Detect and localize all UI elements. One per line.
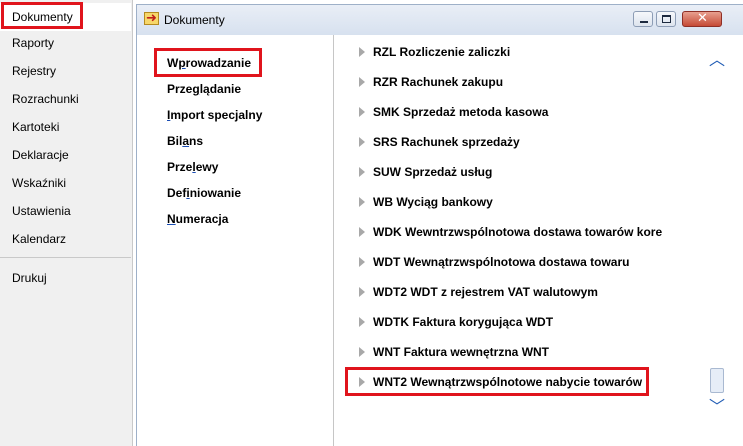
expand-arrow-icon [359,347,365,357]
menu-item-bilans[interactable]: Bilans [167,131,203,151]
list-item-wdt2[interactable]: WDT2 WDT z rejestrem VAT walutowym [334,280,694,304]
list-item-label: WB Wyciąg bankowy [373,195,493,209]
menu-item-text: mport specjalny [170,108,263,122]
nav-item-drukuj[interactable]: Drukuj [0,264,131,292]
menu-item-text: Def [167,186,187,200]
list-item-label: WDK Wewntrzwspólnotowa dostawa towarów k… [373,225,663,239]
menu-item-wprowadzanie[interactable]: Wprowadzanie [167,53,251,73]
list-item-label: WDT Wewnątrzwspólnotowa dostawa towaru [373,255,630,269]
expand-arrow-icon [359,107,365,117]
expand-arrow-icon [359,197,365,207]
window-title: Dokumenty [164,13,225,27]
close-button[interactable]: ✕ [682,11,722,27]
list-item-suw[interactable]: SUW Sprzedaż usług [334,160,694,184]
menu-item-import-specjalny[interactable]: Import specjalny [167,105,262,125]
expand-arrow-icon [359,47,365,57]
nav-item-wskazniki[interactable]: Wskaźniki [0,169,131,197]
scroll-thumb[interactable] [710,368,724,393]
minimize-button[interactable] [633,11,653,27]
list-item-srs[interactable]: SRS Rachunek sprzedaży [334,130,694,154]
list-item-label: RZR Rachunek zakupu [373,75,504,89]
menu-item-text: rowadzanie [185,56,252,70]
menu-item-accelerator: N [167,212,176,226]
chevron-down-icon[interactable]: ﹀ [705,397,729,417]
expand-arrow-icon [359,227,365,237]
expand-arrow-icon [359,77,365,87]
menu-item-accelerator: g [192,82,200,96]
menu-item-text: W [167,56,179,70]
nav-item-ustawienia[interactable]: Ustawienia [0,197,131,225]
list-item-label: WDT2 WDT z rejestrem VAT walutowym [373,285,598,299]
expand-arrow-icon [359,257,365,267]
menu-item-text: lądanie [199,82,242,96]
menu-item-przelewy[interactable]: Przelewy [167,157,218,177]
nav-item-kartoteki[interactable]: Kartoteki [0,113,131,141]
documents-icon: ➜ [144,10,159,25]
list-item-wnt2[interactable]: WNT2 Wewnątrzwspólnotowe nabycie towarów [334,370,694,394]
menu-item-przegladanie[interactable]: Przeglądanie [167,79,241,99]
vertical-scrollbar[interactable]: ︿ ﹀ [705,35,729,446]
nav-item-kalendarz[interactable]: Kalendarz [0,225,131,253]
menu-item-text: ewy [195,160,219,174]
menu-item-text: Prze [167,82,193,96]
nav-item-rozrachunki[interactable]: Rozrachunki [0,85,131,113]
nav-item-raporty[interactable]: Raporty [0,29,131,57]
maximize-icon [662,15,671,23]
expand-arrow-icon [359,137,365,147]
menu-item-accelerator: p [178,56,186,70]
nav-item-dokumenty[interactable]: Dokumenty [0,3,131,31]
list-item-smk[interactable]: SMK Sprzedaż metoda kasowa [334,100,694,124]
list-item-label: SMK Sprzedaż metoda kasowa [373,105,549,119]
menu-pane: Wprowadzanie Przeglądanie Import specjal… [137,35,332,446]
menu-item-text: umeracja [175,212,229,226]
menu-item-text: niowanie [189,186,242,200]
maximize-button[interactable] [656,11,676,27]
list-item-rzl[interactable]: RZL Rozliczenie zaliczki [334,40,694,64]
list-item-label: WNT Faktura wewnętrzna WNT [373,345,550,359]
expand-arrow-icon [359,317,365,327]
dokumenty-window: ➜ Dokumenty ✕ Wprowadzanie Przeglądanie … [136,4,743,446]
expand-arrow-icon [359,167,365,177]
nav-separator [0,257,131,258]
document-list: RZL Rozliczenie zaliczki RZR Rachunek za… [334,35,704,446]
menu-item-numeracja[interactable]: Numeracja [167,209,228,229]
minimize-icon [640,21,648,23]
list-item-wb[interactable]: WB Wyciąg bankowy [334,190,694,214]
list-item-label: WDTK Faktura korygująca WDT [373,315,554,329]
left-navigation: Dokumenty Raporty Rejestry Rozrachunki K… [0,0,133,446]
list-item-label: WNT2 Wewnątrzwspólnotowe nabycie towarów [373,375,643,389]
expand-arrow-icon [359,377,365,387]
nav-item-rejestry[interactable]: Rejestry [0,57,131,85]
list-item-wdk[interactable]: WDK Wewntrzwspólnotowa dostawa towarów k… [334,220,694,244]
menu-item-definiowanie[interactable]: Definiowanie [167,183,241,203]
list-item-label: SRS Rachunek sprzedaży [373,135,520,149]
list-item-wnt[interactable]: WNT Faktura wewnętrzna WNT [334,340,694,364]
list-item-rzr[interactable]: RZR Rachunek zakupu [334,70,694,94]
window-titlebar[interactable]: ➜ Dokumenty ✕ [137,5,743,35]
chevron-up-icon[interactable]: ︿ [705,50,729,70]
list-item-label: SUW Sprzedaż usług [373,165,493,179]
menu-item-text: Bil [167,134,183,148]
scroll-track[interactable] [708,75,726,393]
menu-item-text: ns [189,134,204,148]
list-item-wdt[interactable]: WDT Wewnątrzwspólnotowa dostawa towaru [334,250,694,274]
menu-item-text: Prze [167,160,193,174]
close-icon: ✕ [697,11,708,26]
expand-arrow-icon [359,287,365,297]
list-item-wdtk[interactable]: WDTK Faktura korygująca WDT [334,310,694,334]
list-item-label: RZL Rozliczenie zaliczki [373,45,511,59]
nav-item-deklaracje[interactable]: Deklaracje [0,141,131,169]
